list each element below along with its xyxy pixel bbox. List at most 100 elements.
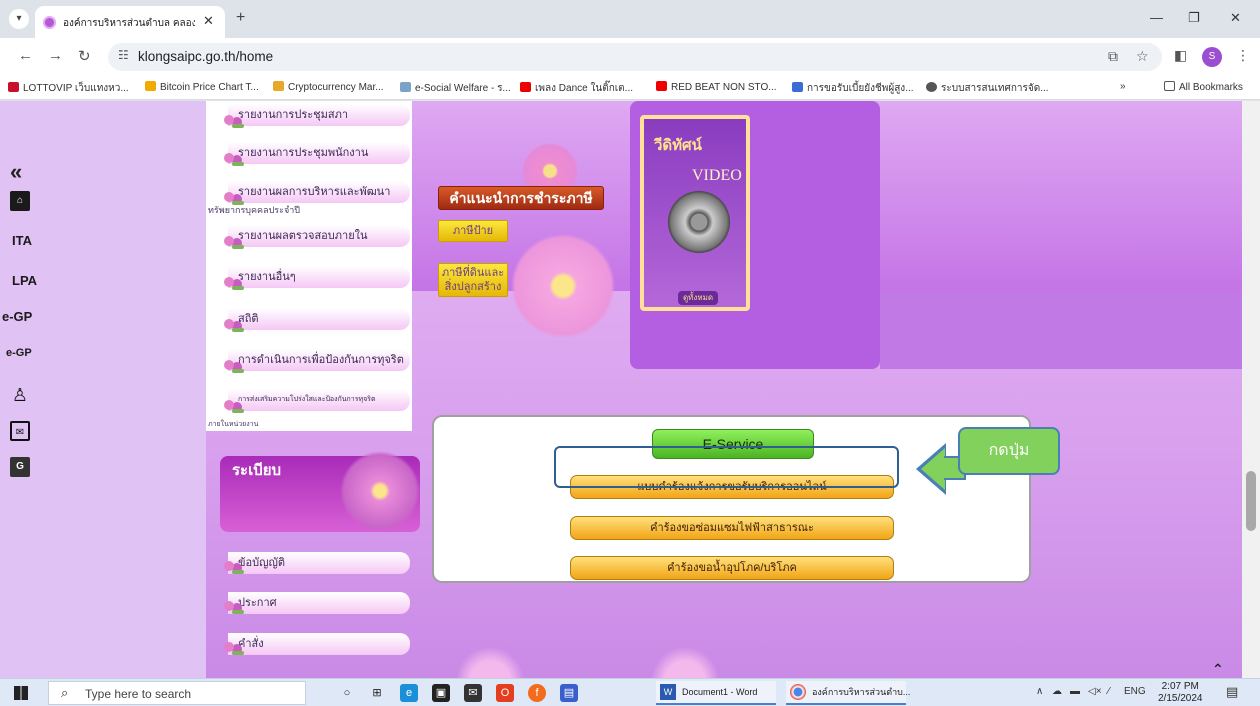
translate-icon[interactable]: ⧉	[1108, 48, 1118, 65]
decorative-circle	[455, 646, 525, 678]
menu-item-audit-report[interactable]: รายงานผลตรวจสอบภายใน	[228, 225, 410, 247]
tray-chevron-icon[interactable]: ∧	[1036, 686, 1043, 697]
store-icon[interactable]: ▣	[432, 684, 450, 702]
menu-item-anti-corruption[interactable]: การดำเนินการเพื่อป้องกันการทุจริต	[228, 349, 410, 371]
press-button-callout: กดปุ่ม	[958, 427, 1060, 475]
sign-tax-button[interactable]: ภาษีป้าย	[438, 220, 508, 242]
page-scrollbar[interactable]	[1242, 101, 1260, 678]
browser-toolbar: ← → ↻ ☷ klongsaipc.go.th/home ⧉ ☆ ◧ S ⋮	[0, 38, 1260, 76]
minimize-icon[interactable]: —	[1150, 10, 1163, 25]
streetlight-repair-button[interactable]: คำร้องขอซ่อมแซมไฟฟ้าสาธารณะ	[570, 516, 894, 540]
bookmark-item[interactable]: เพลง Dance ในติ๊กเต...	[520, 81, 633, 96]
chrome-window-button[interactable]: องค์การบริหารส่วนตำบ...	[786, 681, 910, 705]
person-icon[interactable]: ♙	[10, 385, 30, 405]
regulation-item-announcement[interactable]: ประกาศ	[228, 592, 410, 614]
menu-item-transparency[interactable]: การส่งเสริมความโปร่งใสและป้องกันการทุจริ…	[228, 389, 410, 411]
mail-app-icon[interactable]: ✉	[464, 684, 482, 702]
bookmark-star-icon[interactable]: ☆	[1136, 48, 1149, 65]
edge-icon[interactable]: e	[400, 684, 418, 702]
sidebar-item-ita[interactable]: ITA	[12, 233, 32, 248]
side-panel-icon[interactable]: ◧	[1174, 47, 1187, 64]
menu-item-other-report[interactable]: รายงานอื่นๆ	[228, 266, 410, 288]
clock-time: 2:07 PM	[1161, 681, 1199, 692]
windows-start-icon[interactable]	[14, 686, 28, 700]
notification-icon[interactable]: ▤	[1226, 684, 1238, 700]
menu-item-statistics[interactable]: สถิติ	[228, 308, 410, 330]
highlight-box	[554, 446, 899, 488]
bookmark-item[interactable]: RED BEAT NON STO...	[656, 81, 777, 93]
scrollbar-thumb[interactable]	[1246, 471, 1256, 531]
menu-item-hr-report[interactable]: รายงานผลการบริหารและพัฒนา	[228, 181, 410, 203]
windows-taskbar: ⌕ Type here to search ○ ⊞ e ▣ ✉ O f ▤ WD…	[0, 678, 1260, 706]
office-icon[interactable]: O	[496, 684, 514, 702]
sidebar-item-egp-globe[interactable]: e-GP	[6, 347, 32, 359]
bookmark-item[interactable]: Cryptocurrency Mar...	[273, 81, 384, 93]
film-reel-icon	[668, 191, 730, 253]
water-request-button[interactable]: คำร้องขอน้ำอุปโภค/บริโภค	[570, 556, 894, 580]
scroll-to-top-icon[interactable]: ⌃	[1212, 661, 1224, 678]
collapse-sidebar-icon[interactable]: «	[10, 159, 22, 185]
sidebar-item-egp[interactable]: e-GP	[2, 309, 32, 324]
land-tax-button[interactable]: ภาษีที่ดินและ สิ่งปลูกสร้าง	[438, 263, 508, 297]
task-view-icon[interactable]: ⊞	[368, 684, 386, 702]
system-clock[interactable]: 2:07 PM 2/15/2024	[1158, 681, 1203, 705]
onedrive-icon[interactable]: ☁	[1052, 686, 1062, 697]
photos-icon[interactable]: ▤	[560, 684, 578, 702]
menu-dots-icon[interactable]: ⋮	[1236, 47, 1250, 64]
search-placeholder: Type here to search	[85, 687, 192, 701]
view-all-videos-button[interactable]: ดูทั้งหมด	[678, 291, 718, 305]
pen-icon[interactable]: ⁄	[1108, 686, 1110, 697]
left-panel	[0, 101, 206, 678]
taskbar-search[interactable]: ⌕ Type here to search	[48, 681, 306, 705]
flower-icon	[222, 396, 246, 414]
video-card[interactable]: วีดิทัศน์ VIDEO ดูทั้งหมด	[640, 115, 750, 311]
flower-icon	[222, 557, 246, 575]
bookmark-item[interactable]: การขอรับเบี้ยยังชีพผู้สูง...	[792, 81, 914, 96]
regulation-item-bylaw[interactable]: ข้อบัญญัติ	[228, 552, 410, 574]
cortana-icon[interactable]: ○	[338, 684, 356, 702]
sidebar-item-lpa[interactable]: LPA	[12, 273, 37, 288]
flower-icon	[222, 232, 246, 250]
mail-icon[interactable]: ✉	[10, 421, 30, 441]
close-tab-icon[interactable]: ✕	[203, 13, 214, 29]
profile-avatar[interactable]: S	[1202, 47, 1222, 67]
more-bookmarks-icon[interactable]: »	[1120, 81, 1126, 92]
all-bookmarks[interactable]: All Bookmarks	[1164, 81, 1243, 93]
regulation-title: ระเบียบ	[232, 462, 282, 479]
forward-icon[interactable]: →	[48, 47, 63, 64]
flower-icon	[222, 111, 246, 129]
video-band	[880, 291, 1260, 369]
menu-item-staff-report[interactable]: รายงานการประชุมพนักงาน	[228, 142, 410, 164]
page-viewport: « ⌂ ITA LPA e-GP e-GP ♙ ✉ G รายงานการประ…	[0, 101, 1260, 678]
browser-tab[interactable]: องค์การบริหารส่วนตำบล คลองทราย ✕	[35, 6, 225, 38]
site-settings-icon[interactable]: ☷	[118, 48, 129, 62]
back-icon[interactable]: ←	[18, 47, 33, 64]
video-title-th: วีดิทัศน์	[654, 137, 702, 154]
restore-icon[interactable]: ❐	[1188, 10, 1200, 26]
bookmark-item[interactable]: LOTTOVIP เว็บแทงหว...	[8, 81, 129, 96]
flower-icon	[222, 597, 246, 615]
new-tab-icon[interactable]: +	[236, 9, 245, 27]
decorative-circle	[650, 646, 720, 678]
pointer-arrow-inner	[921, 448, 945, 490]
menu-item-council-report[interactable]: รายงานการประชุมสภา	[228, 104, 410, 126]
firefox-icon[interactable]: f	[528, 684, 546, 702]
video-title-en: VIDEO	[692, 167, 742, 184]
language-indicator[interactable]: ENG	[1124, 686, 1146, 697]
battery-icon[interactable]: ▬	[1070, 686, 1080, 697]
regulation-item-order[interactable]: คำสั่ง	[228, 633, 410, 655]
close-window-icon[interactable]: ✕	[1230, 10, 1241, 26]
word-window-button[interactable]: W Document1 - Word	[656, 681, 776, 705]
flower-icon	[222, 356, 246, 374]
bookmark-item[interactable]: e-Social Welfare - ร...	[400, 81, 511, 96]
address-bar[interactable]: ☷ klongsaipc.go.th/home ⧉ ☆	[108, 43, 1162, 71]
bookmark-item[interactable]: ระบบสารสนเทศการจัด...	[926, 81, 1049, 96]
search-icon: ⌕	[61, 685, 69, 700]
reload-icon[interactable]: ↻	[78, 47, 91, 65]
volume-icon[interactable]: ◁×	[1088, 686, 1102, 697]
bookmark-item[interactable]: Bitcoin Price Chart T...	[145, 81, 259, 93]
translate-sidebar-icon[interactable]: G	[10, 457, 30, 477]
flower-icon	[222, 149, 246, 167]
tab-search-button[interactable]: ▾	[9, 9, 29, 29]
home-icon[interactable]: ⌂	[10, 191, 30, 211]
